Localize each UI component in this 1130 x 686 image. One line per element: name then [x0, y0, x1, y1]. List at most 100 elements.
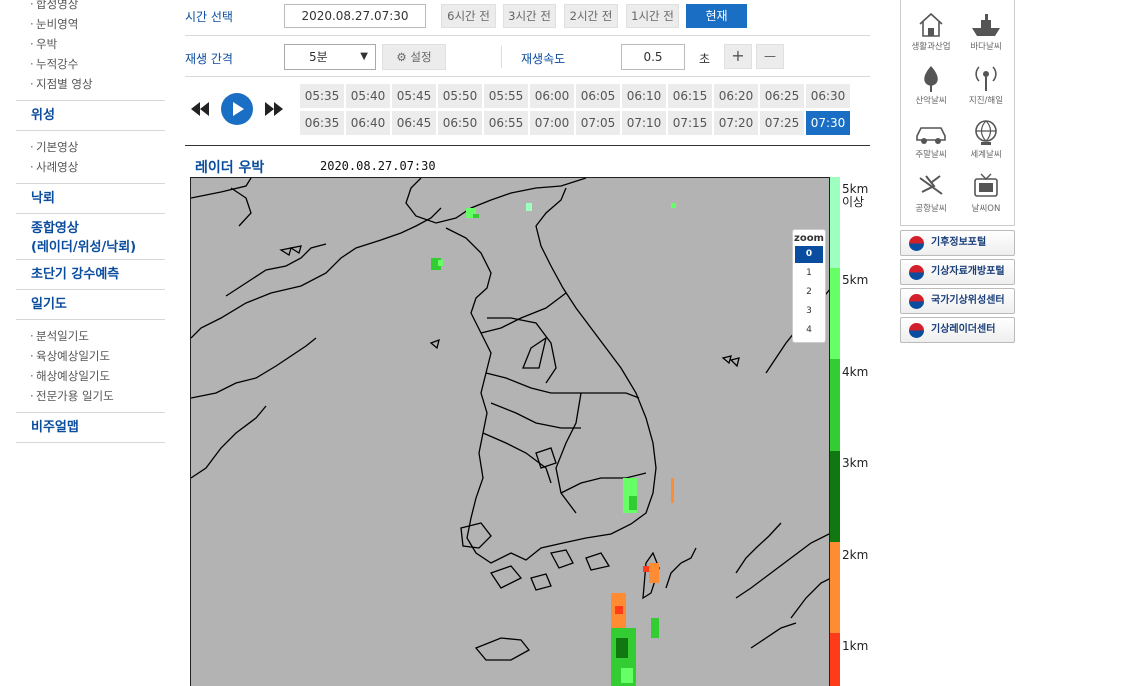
nav-sub-expert[interactable]: 전문가용 일기도	[16, 386, 165, 406]
nav-sub-hail[interactable]: 우박	[16, 34, 165, 54]
nav-nowcast[interactable]: 초단기 강수예측	[16, 260, 165, 290]
frame-button[interactable]: 07:00	[530, 111, 574, 135]
quick-link-world[interactable]: 세계날씨	[958, 112, 1014, 166]
map-timestamp: 2020.08.27.07:30	[320, 159, 436, 173]
quick-link-label: 바다날씨	[970, 42, 1002, 52]
frame-button[interactable]: 06:00	[530, 84, 574, 108]
interval-select[interactable]: 5분 ▼	[284, 44, 376, 70]
kma-logo-icon	[909, 236, 924, 251]
portal-satellite-center[interactable]: 국가기상위성센터	[900, 288, 1015, 314]
frame-button[interactable]: 05:50	[438, 84, 482, 108]
settings-label: 설정	[410, 50, 432, 64]
settings-button[interactable]: ⚙ 설정	[382, 44, 446, 70]
3h-ago-button[interactable]: 3시간 전	[503, 4, 556, 28]
legend-color-swatch	[830, 177, 840, 268]
nav-weather-chart[interactable]: 일기도	[16, 290, 165, 320]
legend-label: 5km 이상	[842, 182, 869, 209]
speed-minus-button[interactable]: —	[756, 44, 784, 69]
zoom-level-2[interactable]: 2	[795, 284, 823, 301]
quick-link-label: 생활과산업	[911, 42, 951, 52]
now-button[interactable]: 현재	[686, 4, 747, 28]
nav-sub-accumulated[interactable]: 누적강수	[16, 54, 165, 74]
divider	[185, 35, 870, 36]
portal-open-data[interactable]: 기상자료개방포털	[900, 259, 1015, 285]
frame-button[interactable]: 07:15	[668, 111, 712, 135]
frame-button[interactable]: 05:55	[484, 84, 528, 108]
quick-link-mountain[interactable]: 산악날씨	[903, 58, 959, 112]
radar-map[interactable]	[190, 177, 830, 686]
kma-logo-icon	[909, 323, 924, 338]
legend-color-swatch	[830, 268, 840, 359]
time-input[interactable]: 2020.08.27.07:30	[284, 4, 426, 28]
quick-link-life[interactable]: 생활과산업	[903, 4, 959, 58]
frame-button[interactable]: 06:55	[484, 111, 528, 135]
interval-label: 재생 간격	[185, 52, 233, 66]
frame-button[interactable]: 06:35	[300, 111, 344, 135]
frame-button[interactable]: 06:20	[714, 84, 758, 108]
zoom-level-0[interactable]: 0	[795, 246, 823, 263]
zoom-level-3[interactable]: 3	[795, 303, 823, 320]
nav-combined-line2: (레이더/위성/낙뢰)	[31, 240, 137, 255]
quick-link-label: 주말날씨	[915, 150, 947, 160]
frame-button[interactable]: 05:45	[392, 84, 436, 108]
frame-button[interactable]: 06:10	[622, 84, 666, 108]
portal-radar-center[interactable]: 기상레이더센터	[900, 317, 1015, 343]
rewind-icon[interactable]	[191, 102, 209, 116]
nav-lightning[interactable]: 낙뢰	[16, 184, 165, 214]
frame-button[interactable]: 07:10	[622, 111, 666, 135]
frame-button[interactable]: 06:45	[392, 111, 436, 135]
quick-link-sea[interactable]: 바다날씨	[958, 4, 1014, 58]
legend-color-swatch	[830, 451, 840, 542]
nav-sub-land[interactable]: 육상예상일기도	[16, 346, 165, 366]
2h-ago-button[interactable]: 2시간 전	[564, 4, 618, 28]
nav-visual-map[interactable]: 비주얼맵	[16, 413, 165, 443]
speed-plus-button[interactable]: +	[724, 44, 752, 69]
kma-logo-icon	[909, 265, 924, 280]
quick-link-label: 산악날씨	[915, 96, 947, 106]
speed-unit: 초	[699, 52, 711, 66]
6h-ago-button[interactable]: 6시간 전	[441, 4, 496, 28]
quick-link-weekend[interactable]: 주말날씨	[903, 112, 959, 166]
legend-label: 4km	[842, 365, 869, 379]
quick-link-airport[interactable]: 공항날씨	[903, 166, 959, 220]
frame-button[interactable]: 07:05	[576, 111, 620, 135]
nav-satellite[interactable]: 위성	[16, 101, 165, 131]
nav-sub-analysis[interactable]: 분석일기도	[16, 326, 165, 346]
quick-link-label: 지진/해일	[968, 96, 1004, 106]
nav-sub-precip-area[interactable]: 눈비영역	[16, 14, 165, 34]
car-icon	[916, 127, 946, 144]
nav-sub-station[interactable]: 지점별 영상	[16, 74, 165, 94]
frame-button[interactable]: 06:30	[806, 84, 850, 108]
legend-color-swatch	[830, 542, 840, 633]
legend-label: 2km	[842, 548, 869, 562]
frame-button[interactable]: 07:20	[714, 111, 758, 135]
frame-timeline: 05:35 05:40 05:45 05:50 05:55 06:00 06:05 06:10…	[300, 84, 852, 138]
play-button[interactable]	[221, 93, 253, 125]
frame-button[interactable]: 06:15	[668, 84, 712, 108]
zoom-title: zoom	[794, 233, 824, 244]
quick-link-weather-on[interactable]: 날씨ON	[958, 166, 1014, 220]
frame-button[interactable]: 06:05	[576, 84, 620, 108]
left-navigation: 합성영상 눈비영역 우박 누적강수 지점별 영상 위성 기본영상 사례영상 낙뢰…	[16, 0, 165, 443]
nav-sub-composite[interactable]: 합성영상	[16, 0, 165, 14]
portal-climate[interactable]: 기후정보포털	[900, 230, 1015, 256]
nav-combined[interactable]: 종합영상 (레이더/위성/낙뢰)	[16, 214, 165, 260]
frame-button[interactable]: 05:40	[346, 84, 390, 108]
zoom-level-1[interactable]: 1	[795, 265, 823, 282]
nav-sub-basic[interactable]: 기본영상	[16, 137, 165, 157]
quick-link-label: 세계날씨	[970, 150, 1002, 160]
frame-button[interactable]: 06:25	[760, 84, 804, 108]
speed-input[interactable]: 0.5	[621, 44, 685, 70]
nav-sub-case[interactable]: 사례영상	[16, 157, 165, 177]
frame-button[interactable]: 07:25	[760, 111, 804, 135]
frame-button[interactable]: 07:30	[806, 111, 850, 135]
fast-forward-icon[interactable]	[265, 102, 283, 116]
frame-button[interactable]: 05:35	[300, 84, 344, 108]
frame-button[interactable]: 06:50	[438, 111, 482, 135]
tree-icon	[924, 66, 938, 92]
frame-button[interactable]: 06:40	[346, 111, 390, 135]
quick-link-earthquake[interactable]: 지진/해일	[958, 58, 1014, 112]
1h-ago-button[interactable]: 1시간 전	[626, 4, 679, 28]
zoom-level-4[interactable]: 4	[795, 322, 823, 339]
nav-sub-marine[interactable]: 해상예상일기도	[16, 366, 165, 386]
